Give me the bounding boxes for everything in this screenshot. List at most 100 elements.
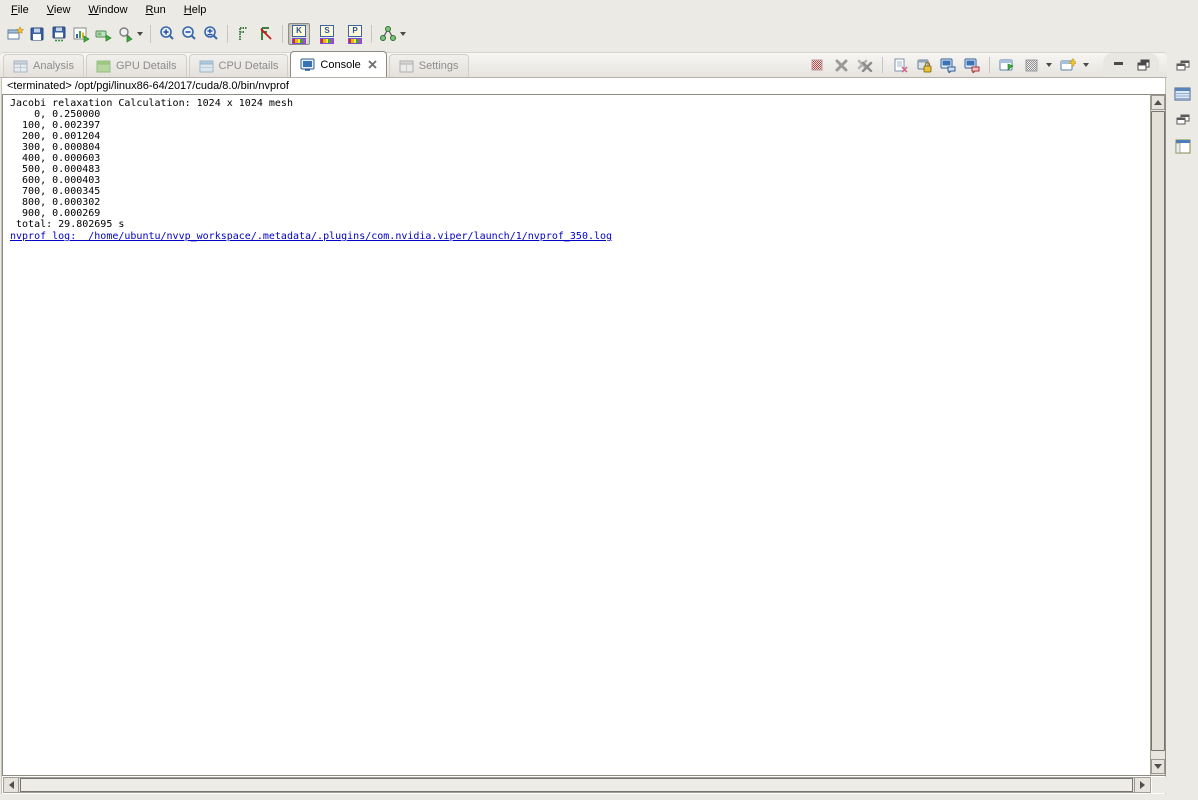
scroll-left-button[interactable] bbox=[4, 778, 19, 792]
tab-label: Analysis bbox=[33, 60, 74, 72]
pin-console-icon[interactable] bbox=[997, 55, 1017, 75]
toolbar-separator bbox=[282, 25, 283, 43]
scroll-right-button[interactable] bbox=[1134, 778, 1149, 792]
console-line: 500, 0.000483 bbox=[10, 164, 1149, 175]
right-arrow-icon bbox=[1140, 781, 1145, 789]
remove-launch-icon[interactable] bbox=[831, 55, 851, 75]
bar-chart-run-icon[interactable] bbox=[70, 23, 92, 45]
tab-settings[interactable]: Settings bbox=[389, 54, 469, 77]
table-view-icon[interactable] bbox=[1171, 82, 1195, 106]
console-line: 900, 0.000269 bbox=[10, 208, 1149, 219]
zoom-out-icon[interactable] bbox=[178, 23, 200, 45]
console-line: 300, 0.000804 bbox=[10, 142, 1149, 153]
gpu-details-tab-icon bbox=[96, 60, 111, 73]
new-session-icon[interactable] bbox=[4, 23, 26, 45]
console-line: 700, 0.000345 bbox=[10, 186, 1149, 197]
toolbar-separator bbox=[227, 25, 228, 43]
console-view-toolbar bbox=[807, 53, 1159, 77]
tab-cpu-details[interactable]: CPU Details bbox=[189, 54, 289, 77]
stream-color-icon[interactable]: S bbox=[316, 23, 338, 45]
console-line: total: 29.802695 s bbox=[10, 219, 1149, 230]
vertical-scrollbar[interactable] bbox=[1150, 95, 1165, 775]
menu-run[interactable]: Run bbox=[137, 2, 175, 18]
kernel-color-icon[interactable]: K bbox=[288, 23, 310, 45]
card-run-icon[interactable] bbox=[92, 23, 114, 45]
tab-console[interactable]: Console bbox=[290, 51, 386, 77]
vertical-scroll-thumb[interactable] bbox=[1151, 111, 1165, 751]
magnifier-dropdown-caret[interactable] bbox=[137, 32, 143, 36]
console-line: 800, 0.000302 bbox=[10, 197, 1149, 208]
restore-icon[interactable] bbox=[1171, 54, 1195, 78]
menu-help[interactable]: Help bbox=[175, 2, 216, 18]
horizontal-scrollbar[interactable] bbox=[3, 777, 1151, 793]
terminate-icon[interactable] bbox=[807, 55, 827, 75]
tab-label: CPU Details bbox=[219, 60, 279, 72]
down-arrow-icon bbox=[1154, 764, 1162, 769]
tab-label: GPU Details bbox=[116, 60, 177, 72]
node-graph-dropdown-caret[interactable] bbox=[400, 32, 406, 36]
console-line: 400, 0.000603 bbox=[10, 153, 1149, 164]
save-icon[interactable] bbox=[26, 23, 48, 45]
scrollbar-corner bbox=[1152, 777, 1167, 793]
left-arrow-icon bbox=[9, 781, 14, 789]
node-graph-icon[interactable] bbox=[377, 23, 399, 45]
scroll-down-button[interactable] bbox=[1151, 759, 1165, 774]
bottom-window-edge bbox=[0, 794, 1198, 800]
restore-icon[interactable] bbox=[1171, 108, 1195, 132]
close-icon[interactable] bbox=[368, 60, 377, 69]
open-console-caret[interactable] bbox=[1083, 63, 1089, 67]
minimize-icon[interactable] bbox=[1109, 55, 1129, 75]
toolbar-separator bbox=[882, 57, 883, 73]
panel-view-icon[interactable] bbox=[1171, 134, 1195, 158]
clear-console-icon[interactable] bbox=[890, 55, 910, 75]
tab-analysis[interactable]: Analysis bbox=[3, 54, 84, 77]
console-text-widget: Jacobi relaxation Calculation: 1024 x 10… bbox=[2, 94, 1166, 776]
flag-icon[interactable] bbox=[233, 23, 255, 45]
settings-tab-icon bbox=[399, 60, 414, 73]
cpu-details-tab-icon bbox=[199, 60, 214, 73]
toolbar-separator bbox=[989, 57, 990, 73]
console-tab-icon bbox=[300, 58, 315, 72]
console-view: <terminated> /opt/pgi/linux86-64/2017/cu… bbox=[1, 78, 1166, 794]
menu-window[interactable]: Window bbox=[79, 2, 136, 18]
remove-all-launches-icon[interactable] bbox=[855, 55, 875, 75]
console-line: Jacobi relaxation Calculation: 1024 x 10… bbox=[10, 98, 1149, 109]
maximize-icon[interactable] bbox=[1133, 55, 1153, 75]
magnifier-run-icon[interactable] bbox=[114, 23, 136, 45]
console-output: Jacobi relaxation Calculation: 1024 x 10… bbox=[4, 96, 1149, 774]
menu-view[interactable]: View bbox=[38, 2, 80, 18]
display-console-icon[interactable] bbox=[1021, 55, 1041, 75]
horizontal-scroll-thumb[interactable] bbox=[20, 778, 1133, 792]
scroll-up-button[interactable] bbox=[1151, 95, 1165, 110]
display-console-caret[interactable] bbox=[1046, 63, 1052, 67]
show-stderr-icon[interactable] bbox=[962, 55, 982, 75]
nvprof-log-link[interactable]: nvprof log: /home/ubuntu/nvvp_workspace/… bbox=[10, 231, 612, 242]
fast-view-bar bbox=[1167, 52, 1198, 800]
minmax-group bbox=[1103, 53, 1159, 77]
process-color-icon[interactable]: P bbox=[344, 23, 366, 45]
scroll-lock-icon[interactable] bbox=[914, 55, 934, 75]
view-tab-bar: Analysis GPU Details CPU Details Console… bbox=[0, 52, 1167, 78]
up-arrow-icon bbox=[1154, 100, 1162, 105]
console-line: 0, 0.250000 bbox=[10, 109, 1149, 120]
tab-gpu-details[interactable]: GPU Details bbox=[86, 54, 187, 77]
analysis-tab-icon bbox=[13, 60, 28, 73]
console-line: 200, 0.001204 bbox=[10, 131, 1149, 142]
console-lines: Jacobi relaxation Calculation: 1024 x 10… bbox=[10, 98, 1149, 230]
console-line: 100, 0.002397 bbox=[10, 120, 1149, 131]
menu-bar: File View Window Run Help bbox=[0, 0, 1198, 20]
save-as-icon[interactable] bbox=[48, 23, 70, 45]
open-console-icon[interactable] bbox=[1058, 55, 1078, 75]
tab-label: Settings bbox=[419, 60, 459, 72]
flag-slash-icon[interactable] bbox=[255, 23, 277, 45]
main-toolbar: K S P bbox=[0, 20, 1198, 48]
console-process-label: <terminated> /opt/pgi/linux86-64/2017/cu… bbox=[2, 78, 1165, 93]
zoom-fit-icon[interactable] bbox=[200, 23, 222, 45]
zoom-in-icon[interactable] bbox=[156, 23, 178, 45]
console-line: 600, 0.000403 bbox=[10, 175, 1149, 186]
toolbar-separator bbox=[371, 25, 372, 43]
show-stdout-icon[interactable] bbox=[938, 55, 958, 75]
menu-file[interactable]: File bbox=[2, 2, 38, 18]
tab-label: Console bbox=[320, 59, 360, 71]
toolbar-separator bbox=[150, 25, 151, 43]
